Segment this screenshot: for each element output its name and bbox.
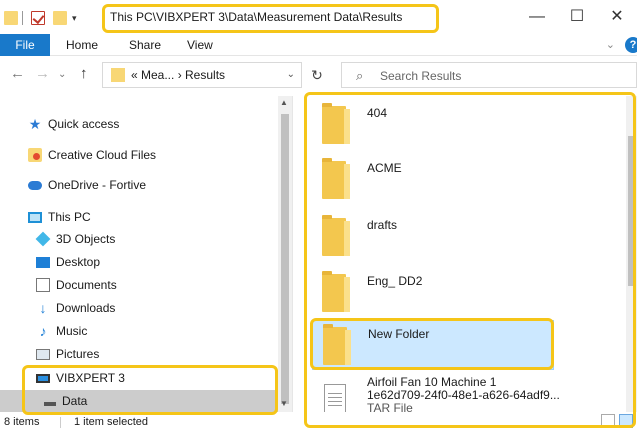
close-button[interactable]: ✕ — [597, 0, 637, 34]
back-button[interactable]: ← — [10, 65, 25, 82]
properties-icon[interactable] — [31, 11, 45, 25]
forward-button[interactable]: → — [35, 65, 50, 82]
computer-icon — [28, 211, 42, 223]
ribbon: File Home Share View ⌄ ? — [0, 34, 637, 56]
quick-access-toolbar: ▾ — [0, 8, 77, 28]
expand-ribbon-icon[interactable]: ⌄ — [606, 38, 615, 51]
tab-file[interactable]: File — [0, 34, 50, 56]
sidebar-item-label: OneDrive - Fortive — [48, 178, 147, 192]
documents-icon — [36, 278, 50, 292]
sidebar-item-quick-access[interactable]: ★ Quick access — [28, 113, 292, 135]
recent-locations-button[interactable]: ⌄ — [58, 69, 66, 80]
sidebar-item-creative-cloud[interactable]: Creative Cloud Files — [28, 144, 292, 166]
download-icon: ↓ — [39, 300, 47, 316]
sidebar-item-label: Desktop — [56, 255, 101, 269]
cloud-icon — [28, 180, 42, 190]
breadcrumb[interactable]: « Mea... › Results — [131, 68, 225, 82]
star-icon: ★ — [28, 116, 42, 132]
folder-icon — [323, 324, 351, 365]
file-name: 404 — [367, 106, 388, 120]
sidebar-item-vibxpert[interactable]: VIBXPERT 3 — [36, 367, 292, 389]
music-icon: ♪ — [39, 323, 47, 339]
scrollbar-thumb[interactable] — [281, 114, 289, 404]
minimize-button[interactable]: — — [517, 0, 557, 34]
search-input[interactable]: Search Results — [380, 69, 461, 83]
pane-divider[interactable] — [292, 96, 293, 412]
sidebar-item-this-pc[interactable]: This PC — [28, 206, 292, 228]
up-button[interactable]: ↑ — [80, 65, 88, 82]
sidebar-item-label: 3D Objects — [56, 232, 116, 246]
sidebar-item-downloads[interactable]: ↓ Downloads — [36, 297, 292, 319]
sidebar-item-label: Quick access — [48, 117, 120, 131]
window-title: This PC\VIBXPERT 3\Data\Measurement Data… — [110, 10, 403, 24]
scroll-up-icon[interactable]: ▲ — [280, 98, 288, 107]
sidebar-item-data[interactable]: Data — [0, 390, 278, 412]
sidebar-item-music[interactable]: ♪ Music — [36, 320, 292, 342]
divider — [22, 11, 23, 25]
sidebar-item-label: Data — [62, 394, 88, 408]
file-name: New Folder — [368, 327, 430, 341]
sidebar-item-label: Music — [56, 324, 88, 338]
pictures-icon — [36, 348, 50, 360]
desktop-icon — [36, 256, 50, 268]
file-name: Eng_ DD2 — [367, 274, 423, 288]
folder-icon — [322, 103, 350, 144]
sidebar-item-onedrive[interactable]: OneDrive - Fortive — [28, 174, 292, 196]
folder-icon — [322, 271, 350, 312]
tab-home[interactable]: Home — [66, 34, 98, 56]
tab-share[interactable]: Share — [129, 34, 161, 56]
customize-toolbar-arrow[interactable]: ▾ — [72, 13, 77, 24]
list-item[interactable]: drafts — [312, 212, 554, 262]
sidebar-item-label: Pictures — [56, 347, 100, 361]
sidebar-item-desktop[interactable]: Desktop — [36, 251, 292, 273]
selection-count: 1 item selected — [74, 416, 148, 428]
refresh-button[interactable]: ↻ — [304, 62, 330, 88]
item-count: 8 items — [4, 416, 40, 428]
search-box[interactable]: ⌕ Search Results — [341, 62, 637, 88]
sidebar-item-label: Downloads — [56, 301, 116, 315]
folder-icon — [4, 11, 18, 25]
sidebar-item-label: VIBXPERT 3 — [56, 371, 125, 385]
scroll-down-icon[interactable]: ▼ — [280, 399, 288, 408]
folder-icon — [322, 158, 350, 199]
drive-icon — [36, 373, 50, 383]
file-list: 404 ACME drafts Eng_ DD2 New Folder Airf… — [310, 92, 626, 422]
cube-icon — [35, 231, 51, 247]
scrollbar-thumb[interactable] — [628, 136, 635, 286]
title-bar: ▾ This PC\VIBXPERT 3\Data\Measurement Da… — [0, 0, 637, 34]
creative-cloud-icon — [28, 148, 42, 162]
navigation-pane: ★ Quick access Creative Cloud Files OneD… — [0, 96, 292, 412]
sidebar-item-label: This PC — [48, 210, 91, 224]
list-item[interactable]: ACME — [312, 155, 554, 205]
file-name: drafts — [367, 218, 398, 232]
divider — [60, 417, 61, 428]
folder-icon — [322, 215, 350, 256]
details-view-button[interactable] — [601, 414, 615, 428]
tab-view[interactable]: View — [187, 34, 213, 56]
sidebar-item-label: Creative Cloud Files — [48, 148, 157, 162]
folder-icon — [111, 68, 125, 82]
new-folder-icon[interactable] — [53, 11, 67, 25]
sidebar-item-3d-objects[interactable]: 3D Objects — [35, 228, 292, 250]
address-bar[interactable]: « Mea... › Results ⌄ — [102, 62, 302, 88]
list-item[interactable]: 404 — [312, 100, 554, 150]
folder-icon — [44, 402, 56, 406]
sidebar-item-documents[interactable]: Documents — [36, 274, 292, 296]
help-icon[interactable]: ? — [625, 37, 637, 53]
navigation-scrollbar[interactable]: ▲ ▼ — [278, 96, 292, 412]
list-item-selected[interactable]: New Folder — [312, 320, 554, 370]
list-item[interactable]: Eng_ DD2 — [312, 268, 554, 318]
file-name: ACME — [367, 161, 402, 175]
maximize-button[interactable]: ☐ — [557, 0, 597, 34]
status-bar: 8 items 1 item selected — [0, 412, 637, 432]
large-icons-view-button[interactable] — [619, 414, 633, 428]
sidebar-item-label: Documents — [56, 278, 117, 292]
address-dropdown-icon[interactable]: ⌄ — [287, 69, 295, 80]
search-icon: ⌕ — [356, 68, 364, 83]
file-list-scrollbar[interactable] — [626, 96, 637, 412]
sidebar-item-pictures[interactable]: Pictures — [36, 343, 292, 365]
